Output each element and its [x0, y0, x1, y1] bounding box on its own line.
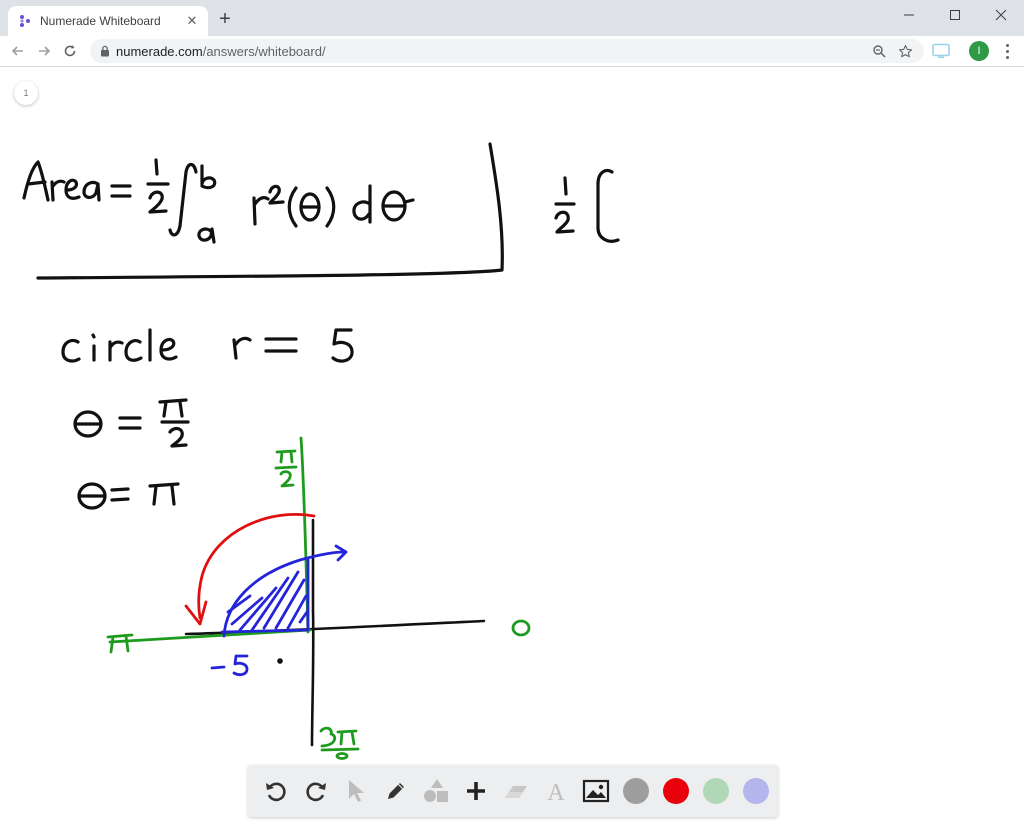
redo-icon — [306, 782, 326, 802]
redo-button[interactable] — [296, 771, 336, 811]
pointer-button[interactable] — [336, 771, 376, 811]
pen-icon — [388, 783, 404, 799]
circle-r-equals-5 — [61, 328, 354, 363]
image-icon — [582, 779, 610, 803]
color-light-green-swatch — [703, 778, 729, 804]
theta-equals-pi — [77, 482, 180, 510]
theta-equals-pi-over-2 — [73, 398, 190, 448]
svg-text:A: A — [547, 780, 565, 803]
shapes-button[interactable] — [416, 771, 456, 811]
pointer-icon — [349, 780, 364, 802]
area-formula — [22, 142, 620, 280]
color-red-swatch — [663, 778, 689, 804]
eraser-button[interactable] — [496, 771, 536, 811]
pen-button[interactable] — [376, 771, 416, 811]
color-gray-swatch — [623, 778, 649, 804]
color-lavender-swatch — [743, 778, 769, 804]
image-button[interactable] — [576, 771, 616, 811]
color-lavender-button[interactable] — [736, 771, 776, 811]
text-icon: A — [547, 780, 565, 803]
color-gray-button[interactable] — [616, 771, 656, 811]
text-button[interactable]: A — [536, 771, 576, 811]
whiteboard-ink — [22, 142, 620, 760]
eraser-icon — [505, 786, 527, 798]
drawing-toolbar: A — [248, 765, 778, 817]
color-light-green-button[interactable] — [696, 771, 736, 811]
add-icon — [467, 782, 485, 800]
blue-shaded-region — [210, 544, 348, 677]
add-button[interactable] — [456, 771, 496, 811]
color-red-button[interactable] — [656, 771, 696, 811]
shapes-icon — [424, 779, 448, 802]
undo-button[interactable] — [256, 771, 296, 811]
undo-icon — [266, 782, 286, 802]
